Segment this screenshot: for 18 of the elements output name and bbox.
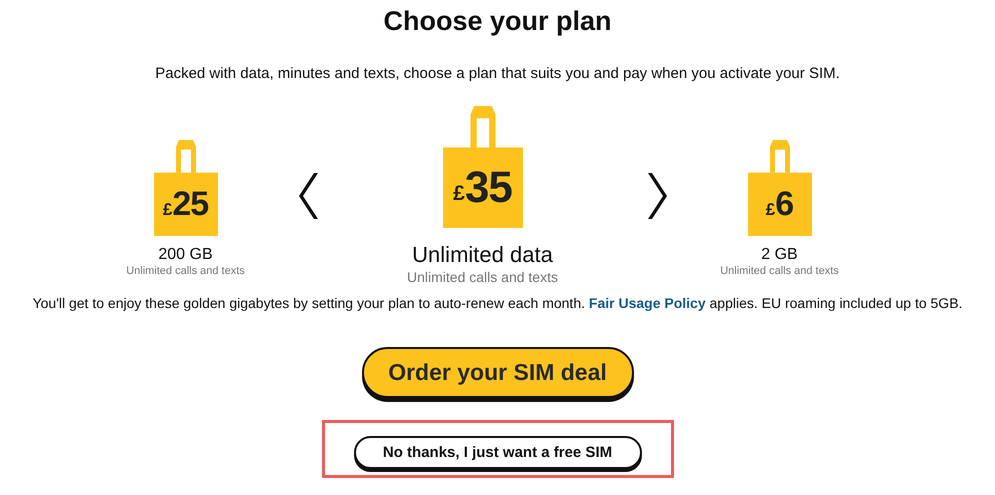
free-sim-button[interactable]: No thanks, I just want a free SIM [354,436,642,469]
data-allowance: 200 GB [158,246,213,264]
price-amount: 35 [464,162,512,212]
plan-extras: Unlimited calls and texts [720,265,839,277]
chevron-left-icon[interactable] [298,172,320,220]
currency-symbol: £ [766,200,776,220]
price-amount: 6 [775,185,794,224]
currency-symbol: £ [162,200,172,220]
page-title: Choose your plan [383,5,612,38]
policy-link[interactable]: Fair Usage Policy [588,295,706,311]
plan-extras: Unlimited calls and texts [126,265,245,277]
plan-extras: Unlimited calls and texts [407,269,558,285]
data-allowance: Unlimited data [412,242,553,268]
usage-note: You'll get to enjoy these golden gigabytes by setting your plan to auto-renew each month. Fair Usage Policy applies. EU roaming included up to 5GB. [32,294,964,313]
data-allowance: 2 GB [761,246,798,264]
intro-text: Packed with data, minutes and texts, choose a plan that suits you and pay when you activate your SIM. [155,64,840,84]
currency-symbol: £ [453,182,465,206]
price-amount: 25 [172,185,208,224]
